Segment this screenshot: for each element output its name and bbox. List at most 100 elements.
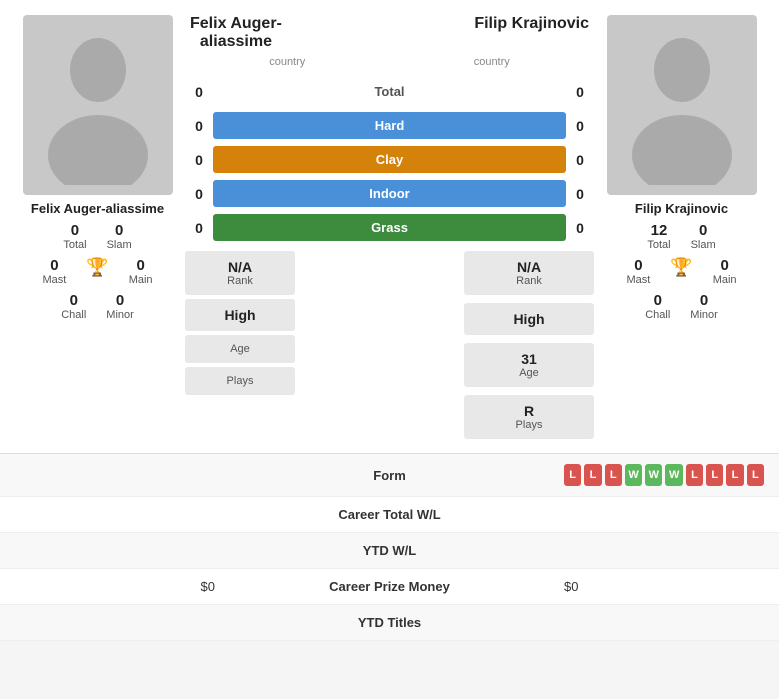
career-wl-row: Career Total W/L	[0, 497, 779, 533]
player-left-stats-row1: 0 Total 0 Slam	[63, 222, 131, 251]
left-rank-label: Rank	[195, 275, 285, 287]
player-right-name: Filip Krajinovic	[635, 201, 728, 216]
stat-slam-right-label: Slam	[691, 239, 716, 251]
left-high-box: High	[185, 299, 295, 331]
surface-row-hard: 0 Hard 0	[185, 110, 594, 141]
stat-minor-left: 0 Minor	[106, 292, 134, 321]
score-grass-left: 0	[185, 220, 213, 236]
right-age-box: 31 Age	[464, 343, 594, 387]
names-header: Felix Auger-aliassime Filip Krajinovic	[185, 15, 594, 51]
career-wl-label: Career Total W/L	[215, 507, 564, 522]
stat-minor-right-label: Minor	[690, 309, 718, 321]
form-badge-l: L	[747, 464, 764, 486]
stat-slam-right: 0 Slam	[691, 222, 716, 251]
form-badge-w: W	[645, 464, 662, 486]
trophy-right-icon: 🏆	[670, 257, 692, 278]
trophy-left: 🏆	[86, 257, 108, 286]
score-clay-right: 0	[566, 152, 594, 168]
stat-slam-left-value: 0	[115, 222, 123, 239]
player-left-stats-row3: 0 Chall 0 Minor	[61, 292, 134, 321]
stat-minor-left-value: 0	[116, 292, 124, 309]
right-plays-label: Plays	[472, 419, 586, 431]
stat-chall-left-label: Chall	[61, 309, 86, 321]
country-right: country	[474, 56, 510, 68]
stat-mast-left: 0 Mast	[42, 257, 66, 286]
right-age-label: Age	[472, 367, 586, 379]
surface-grass-badge: Grass	[213, 214, 566, 241]
score-grass-right: 0	[566, 220, 594, 236]
surface-row-clay: 0 Clay 0	[185, 144, 594, 175]
trophy-left-icon: 🏆	[86, 257, 108, 278]
country-row: country country	[185, 56, 594, 68]
right-plays-value: R	[472, 403, 586, 419]
stat-chall-left: 0 Chall	[61, 292, 86, 321]
left-age-label: Age	[195, 343, 285, 355]
ytd-wl-label: YTD W/L	[215, 543, 564, 558]
stat-minor-right: 0 Minor	[690, 292, 718, 321]
right-rank-box: N/A Rank	[464, 251, 594, 295]
player-right-stats-row3: 0 Chall 0 Minor	[645, 292, 718, 321]
stat-main-left-label: Main	[129, 274, 153, 286]
form-badge-l: L	[686, 464, 703, 486]
surface-row-grass: 0 Grass 0	[185, 212, 594, 243]
info-boxes-row: N/A Rank High Age Plays	[185, 251, 594, 443]
form-row: Form LLLWWWLLLL	[0, 454, 779, 497]
stat-main-right-value: 0	[720, 257, 728, 274]
ytd-titles-row: YTD Titles	[0, 605, 779, 641]
score-indoor-left: 0	[185, 186, 213, 202]
score-clay-left: 0	[185, 152, 213, 168]
country-left: country	[269, 56, 305, 68]
form-badge-l: L	[564, 464, 581, 486]
score-total-left: 0	[185, 84, 213, 100]
left-plays-box: Plays	[185, 367, 295, 395]
stat-total-right-label: Total	[647, 239, 670, 251]
player-left-stats-row2: 0 Mast 🏆 0 Main	[42, 257, 152, 286]
stat-mast-left-value: 0	[50, 257, 58, 274]
surface-clay-badge: Clay	[213, 146, 566, 173]
stat-minor-left-label: Minor	[106, 309, 134, 321]
stat-chall-right-value: 0	[654, 292, 662, 309]
player-left-avatar	[23, 15, 173, 195]
main-container: Felix Auger-aliassime 0 Total 0 Slam 0 M…	[0, 0, 779, 641]
form-badge-w: W	[665, 464, 682, 486]
stat-minor-right-value: 0	[700, 292, 708, 309]
left-rank-value: N/A	[195, 259, 285, 275]
player-right-stats-row1: 12 Total 0 Slam	[647, 222, 715, 251]
left-rank-box: N/A Rank	[185, 251, 295, 295]
stat-chall-left-value: 0	[70, 292, 78, 309]
player-right-stats-row2: 0 Mast 🏆 0 Main	[626, 257, 736, 286]
trophy-right: 🏆	[670, 257, 692, 286]
left-info-boxes: N/A Rank High Age Plays	[185, 251, 295, 443]
form-badge-l: L	[706, 464, 723, 486]
ytd-wl-row: YTD W/L	[0, 533, 779, 569]
player-right-name-center: Filip Krajinovic	[474, 15, 589, 51]
player-left-name-center: Felix Auger-aliassime	[190, 15, 282, 51]
stat-main-right-label: Main	[713, 274, 737, 286]
stat-chall-right-label: Chall	[645, 309, 670, 321]
left-plays-label: Plays	[195, 375, 285, 387]
surface-hard-badge: Hard	[213, 112, 566, 139]
form-badge-l: L	[584, 464, 601, 486]
form-badges: LLLWWWLLLL	[564, 464, 764, 486]
form-badges-container: LLLWWWLLLL	[564, 464, 764, 486]
stat-mast-right: 0 Mast	[626, 257, 650, 286]
stat-slam-left: 0 Slam	[107, 222, 132, 251]
form-badge-l: L	[605, 464, 622, 486]
stat-mast-left-label: Mast	[42, 274, 66, 286]
score-hard-left: 0	[185, 118, 213, 134]
stat-total-left-value: 0	[71, 222, 79, 239]
players-section: Felix Auger-aliassime 0 Total 0 Slam 0 M…	[0, 0, 779, 453]
score-total-right: 0	[566, 84, 594, 100]
career-prize-row: $0 Career Prize Money $0	[0, 569, 779, 605]
stat-total-right-value: 12	[651, 222, 668, 239]
surface-indoor-badge: Indoor	[213, 180, 566, 207]
player-right-avatar	[607, 15, 757, 195]
left-high-value: High	[195, 307, 285, 323]
stat-mast-right-value: 0	[634, 257, 642, 274]
center-area: Felix Auger-aliassime Filip Krajinovic c…	[185, 15, 594, 443]
right-high-value: High	[472, 311, 586, 327]
right-high-box: High	[464, 303, 594, 335]
stat-main-right: 0 Main	[713, 257, 737, 286]
form-badge-w: W	[625, 464, 642, 486]
career-prize-right: $0	[564, 579, 764, 594]
